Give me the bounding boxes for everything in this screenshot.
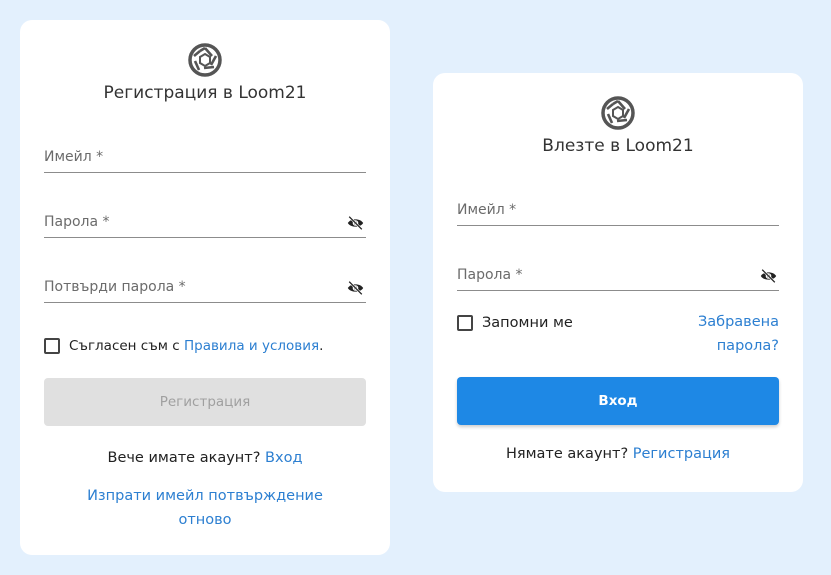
resend-line-2: отново (178, 512, 232, 528)
forgot-password-link[interactable]: Забравена парола? (698, 310, 779, 358)
register-password-field[interactable] (44, 207, 366, 238)
eye-off-icon[interactable] (347, 216, 364, 230)
remember-label: Запомни ме (482, 315, 573, 331)
login-email-field[interactable] (457, 195, 779, 226)
loom21-logo-icon (601, 96, 635, 130)
terms-link[interactable]: Правила и условия (184, 338, 319, 354)
register-title: Регистрация в Loom21 (103, 83, 307, 103)
login-button[interactable]: Вход (457, 377, 779, 425)
resend-confirmation-link[interactable]: Изпрати имейл потвърждение отново (20, 484, 390, 532)
login-card: Влезте в Loom21 Запомни ме Забравена пар… (433, 73, 803, 492)
register-card: Регистрация в Loom21 Съгласен съм с Прав… (20, 20, 390, 555)
eye-off-icon[interactable] (347, 281, 364, 295)
have-account-row: Вече имате акаунт? Вход (20, 450, 390, 466)
loom21-logo-icon (188, 43, 222, 77)
terms-row: Съгласен съм с Правила и условия. (44, 338, 323, 354)
forgot-line-1: Забравена (697, 314, 779, 330)
login-link[interactable]: Вход (265, 450, 302, 466)
remember-row: Запомни ме (457, 315, 573, 331)
no-account-row: Нямате акаунт? Регистрация (433, 446, 803, 462)
register-confirm-password-input[interactable] (44, 272, 366, 302)
login-email-input[interactable] (457, 195, 779, 225)
no-account-text: Нямате акаунт? (505, 446, 629, 462)
terms-prefix: Съгласен съм с (69, 338, 180, 354)
register-email-field[interactable] (44, 142, 366, 173)
eye-off-icon[interactable] (760, 269, 777, 283)
terms-checkbox[interactable] (44, 338, 60, 354)
register-button[interactable]: Регистрация (44, 378, 366, 426)
login-password-input[interactable] (457, 260, 779, 290)
have-account-text: Вече имате акаунт? (107, 450, 261, 466)
resend-line-1: Изпрати имейл потвърждение (87, 488, 323, 504)
remember-checkbox[interactable] (457, 315, 473, 331)
register-password-input[interactable] (44, 207, 366, 237)
forgot-line-2: парола? (716, 338, 779, 354)
login-password-field[interactable] (457, 260, 779, 291)
login-title: Влезте в Loom21 (542, 136, 694, 156)
register-email-input[interactable] (44, 142, 366, 172)
register-confirm-password-field[interactable] (44, 272, 366, 303)
terms-suffix: . (319, 338, 324, 354)
register-link[interactable]: Регистрация (633, 446, 730, 462)
